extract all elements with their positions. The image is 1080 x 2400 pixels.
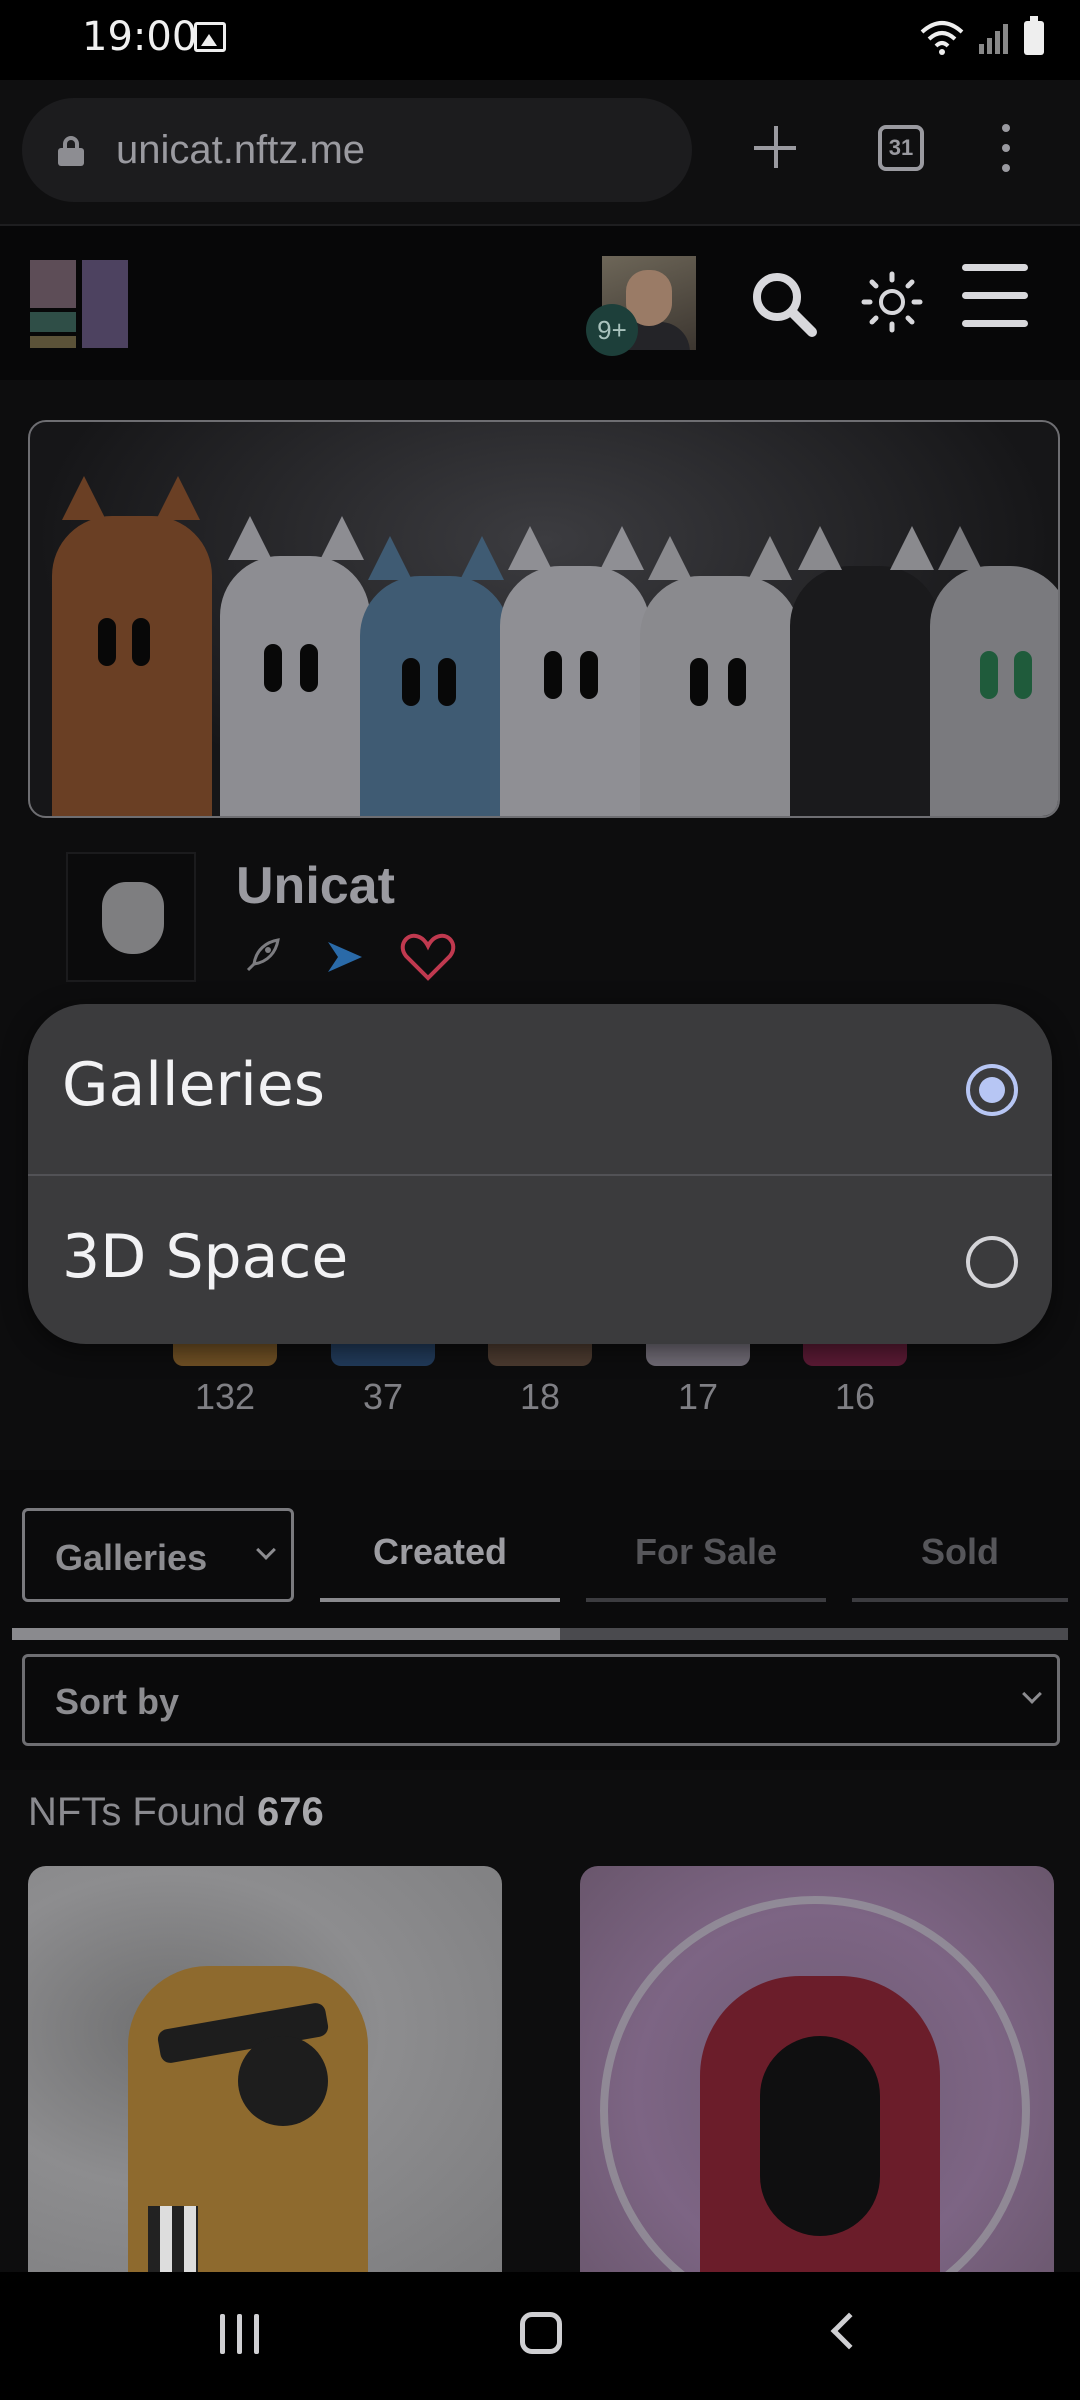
- status-time: 19:00: [82, 14, 198, 60]
- image-notification-icon: [194, 22, 226, 52]
- address-bar[interactable]: unicat.nftz.me: [22, 98, 692, 202]
- system-nav-bar: [0, 2272, 1080, 2400]
- signal-icon: [978, 22, 1010, 54]
- new-tab-icon[interactable]: [750, 122, 802, 174]
- option-label: 3D Space: [62, 1222, 349, 1292]
- radio-unselected[interactable]: [966, 1236, 1018, 1288]
- recents-icon[interactable]: [220, 2314, 260, 2354]
- lock-icon: [58, 136, 84, 166]
- option-galleries[interactable]: Galleries: [28, 1004, 1052, 1174]
- back-icon[interactable]: [830, 2312, 868, 2350]
- status-icons: [920, 16, 1044, 58]
- radio-selected[interactable]: [966, 1064, 1018, 1116]
- battery-icon: [1024, 16, 1044, 55]
- option-label: Galleries: [62, 1050, 326, 1120]
- view-mode-dialog: Galleries 3D Space: [28, 1004, 1052, 1344]
- home-icon[interactable]: [520, 2312, 562, 2354]
- url-text: unicat.nftz.me: [116, 128, 366, 172]
- browser-menu-icon[interactable]: [998, 124, 1014, 172]
- status-bar: 19:00: [0, 0, 1080, 80]
- option-3d-space[interactable]: 3D Space: [28, 1176, 1052, 1344]
- browser-toolbar: unicat.nftz.me 31: [0, 80, 1080, 226]
- tab-switcher-button[interactable]: 31: [878, 125, 924, 171]
- wifi-icon: [920, 20, 964, 56]
